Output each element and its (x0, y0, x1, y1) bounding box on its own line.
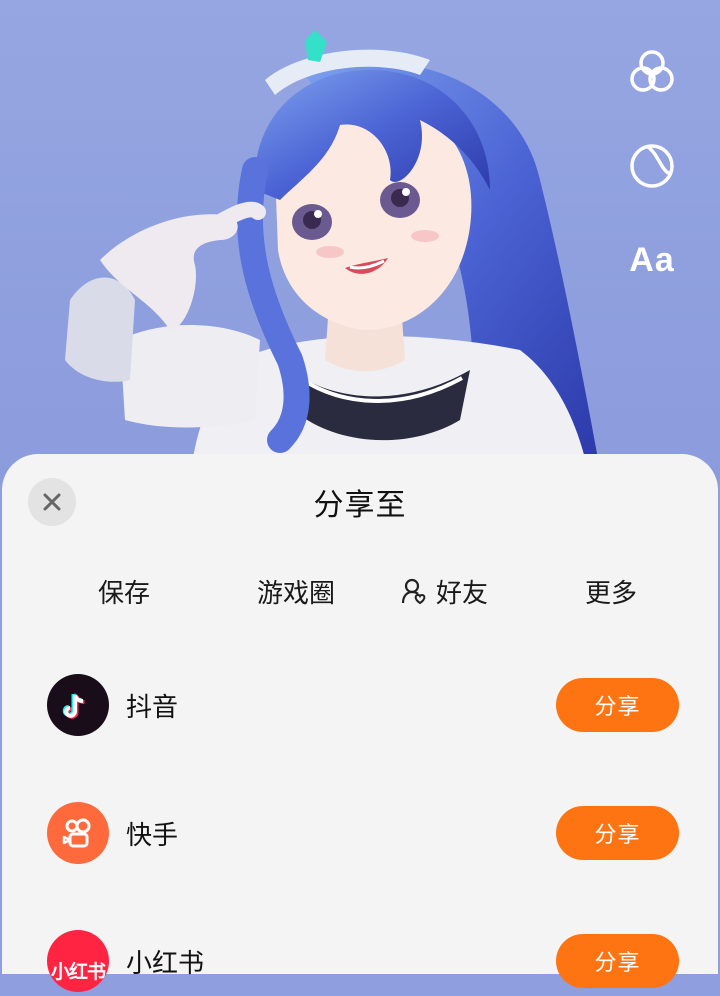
app-row-douyin: 抖音 分享 (2, 670, 718, 740)
text-button[interactable]: Aa (622, 230, 682, 290)
more-option[interactable]: 更多 (585, 568, 637, 614)
edit-tools: Aa (622, 42, 682, 324)
save-option[interactable]: 保存 (98, 568, 150, 614)
share-button-kuaishou[interactable]: 分享 (556, 806, 679, 860)
game-circle-option[interactable]: 游戏圈 (257, 568, 335, 614)
more-option-label: 更多 (585, 578, 638, 609)
sheet-title: 分享至 (313, 488, 407, 523)
friends-option[interactable]: 好友 (400, 568, 488, 614)
app-row-xiaohongshu: 小红书 小红书 分享 (2, 926, 718, 996)
sticker-button[interactable] (622, 136, 682, 196)
text-tool-label: Aa (629, 240, 675, 279)
kuaishou-icon (47, 802, 109, 864)
share-button-xiaohongshu[interactable]: 分享 (556, 934, 679, 988)
douyin-icon (47, 674, 109, 736)
xiaohongshu-icon: 小红书 (47, 930, 109, 992)
overlapping-circles-icon (630, 50, 674, 92)
app-name-douyin: 抖音 (126, 692, 179, 723)
xiaohongshu-icon-text: 小红书 (50, 960, 106, 983)
character-artwork (0, 0, 720, 480)
save-option-label: 保存 (98, 578, 151, 609)
app-name-kuaishou: 快手 (126, 820, 179, 851)
share-button-douyin[interactable]: 分享 (556, 678, 679, 732)
friends-option-label: 好友 (436, 578, 489, 609)
game-circle-option-label: 游戏圈 (257, 578, 336, 609)
friend-icon (401, 578, 426, 605)
app-name-xiaohongshu: 小红书 (126, 948, 205, 979)
app-row-kuaishou: 快手 分享 (2, 798, 718, 868)
filter-button[interactable] (622, 42, 682, 102)
share-targets: 保存 游戏圈 好友 更多 (2, 568, 718, 614)
moon-icon (630, 144, 674, 188)
share-sheet: 分享至 保存 游戏圈 好友 更多 抖音 分享 快手 分享 小红书 小红书 分享 (2, 454, 718, 992)
